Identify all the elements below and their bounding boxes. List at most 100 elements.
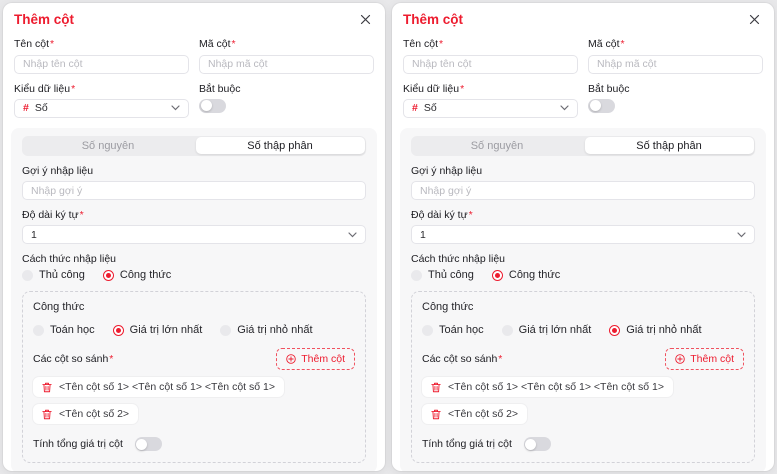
close-icon — [749, 14, 760, 25]
radio-label: Thủ công — [428, 269, 474, 281]
sum-toggle-label: Tính tổng giá trị cột — [422, 438, 512, 450]
radio-label: Giá trị lớn nhất — [519, 324, 592, 336]
sum-toggle-label: Tính tổng giá trị cột — [33, 438, 123, 450]
radio-math[interactable]: Toán học — [33, 324, 95, 336]
hint-label: Gợi ý nhập liệu — [411, 165, 755, 177]
required-mark: * — [439, 38, 443, 50]
radio-circle-icon — [22, 270, 33, 281]
close-button[interactable] — [358, 12, 373, 27]
sum-toggle[interactable] — [524, 437, 551, 451]
sum-toggle-row: Tính tổng giá trị cột — [422, 437, 744, 451]
data-type-value: Số — [424, 102, 554, 114]
chevron-down-icon — [737, 232, 746, 238]
length-label: Độ dài ký tự* — [22, 209, 366, 221]
number-type-tabs: Số nguyên Số thập phân — [411, 136, 755, 156]
delete-tag-button[interactable] — [431, 409, 441, 420]
compare-columns-row: Các cột so sánh* Thêm cột — [33, 348, 355, 370]
hint-input[interactable] — [411, 181, 755, 200]
tab-integer[interactable]: Số nguyên — [413, 137, 582, 154]
radio-label: Giá trị nhỏ nhất — [237, 324, 312, 336]
add-column-dialog: Thêm cột Tên cột* Mã cột* Kiểu dữ liệu* … — [392, 3, 774, 471]
required-toggle[interactable] — [199, 99, 226, 113]
dialog-header: Thêm cột — [3, 3, 385, 29]
radio-label: Giá trị nhỏ nhất — [626, 324, 701, 336]
data-type-select[interactable]: # Số — [403, 99, 578, 118]
radio-formula[interactable]: Công thức — [103, 269, 171, 281]
tab-decimal[interactable]: Số thập phân — [196, 137, 365, 154]
length-value: 1 — [420, 229, 731, 241]
tag-text: <Tên cột số 2> — [448, 408, 518, 420]
radio-manual[interactable]: Thủ công — [411, 269, 474, 281]
radio-label: Công thức — [509, 269, 560, 281]
plus-circle-icon — [675, 354, 685, 364]
tab-decimal[interactable]: Số thập phân — [585, 137, 754, 154]
compare-columns-row: Các cột so sánh* Thêm cột — [422, 348, 744, 370]
compare-columns-label: Các cột so sánh* — [33, 353, 113, 365]
formula-box-title: Công thức — [33, 301, 355, 313]
required-mark: * — [71, 83, 75, 95]
hint-label: Gợi ý nhập liệu — [22, 165, 366, 177]
number-hash-icon: # — [412, 102, 418, 114]
column-code-input[interactable] — [588, 55, 763, 74]
plus-circle-icon — [286, 354, 296, 364]
radio-circle-icon — [609, 325, 620, 336]
trash-icon — [42, 382, 52, 393]
radio-circle-icon — [422, 325, 433, 336]
compare-tag: <Tên cột số 1> <Tên cột số 1> <Tên cột s… — [33, 377, 284, 397]
radio-circle-icon — [411, 270, 422, 281]
delete-tag-button[interactable] — [431, 382, 441, 393]
column-name-input[interactable] — [14, 55, 189, 74]
dialog-header: Thêm cột — [392, 3, 774, 29]
required-mark: * — [460, 83, 464, 95]
length-select[interactable]: 1 — [22, 225, 366, 244]
column-name-input[interactable] — [403, 55, 578, 74]
radio-label: Công thức — [120, 269, 171, 281]
required-mark: * — [621, 38, 625, 50]
radio-formula[interactable]: Công thức — [492, 269, 560, 281]
tag-text: <Tên cột số 1> <Tên cột số 1> <Tên cột s… — [59, 381, 275, 393]
compare-tag: <Tên cột số 2> — [33, 404, 138, 424]
input-method-options: Thủ công Công thức — [411, 269, 755, 281]
radio-circle-icon — [492, 270, 503, 281]
close-button[interactable] — [747, 12, 762, 27]
dialog-title: Thêm cột — [403, 12, 463, 27]
trash-icon — [42, 409, 52, 420]
number-hash-icon: # — [23, 102, 29, 114]
radio-min-value[interactable]: Giá trị nhỏ nhất — [220, 324, 312, 336]
data-type-label: Kiểu dữ liệu* — [14, 83, 189, 95]
compare-tag: <Tên cột số 1> <Tên cột số 1> <Tên cột s… — [422, 377, 673, 397]
radio-circle-icon — [220, 325, 231, 336]
add-column-button[interactable]: Thêm cột — [276, 348, 355, 370]
required-toggle[interactable] — [588, 99, 615, 113]
column-code-label: Mã cột* — [588, 38, 763, 50]
tag-text: <Tên cột số 2> — [59, 408, 129, 420]
delete-tag-button[interactable] — [42, 409, 52, 420]
number-settings-section: Số nguyên Số thập phân Gợi ý nhập liệu Đ… — [400, 128, 766, 472]
hint-input[interactable] — [22, 181, 366, 200]
radio-math[interactable]: Toán học — [422, 324, 484, 336]
data-type-value: Số — [35, 102, 165, 114]
delete-tag-button[interactable] — [42, 382, 52, 393]
length-select[interactable]: 1 — [411, 225, 755, 244]
data-type-select[interactable]: # Số — [14, 99, 189, 118]
sum-toggle[interactable] — [135, 437, 162, 451]
tab-integer[interactable]: Số nguyên — [24, 137, 193, 154]
top-form: Tên cột* Mã cột* Kiểu dữ liệu* # Số Bắt … — [3, 29, 385, 118]
column-code-input[interactable] — [199, 55, 374, 74]
required-mark: * — [232, 38, 236, 50]
radio-manual[interactable]: Thủ công — [22, 269, 85, 281]
add-column-button[interactable]: Thêm cột — [665, 348, 744, 370]
radio-max-value[interactable]: Giá trị lớn nhất — [502, 324, 592, 336]
radio-label: Toán học — [50, 324, 95, 336]
radio-label: Toán học — [439, 324, 484, 336]
radio-circle-icon — [113, 325, 124, 336]
add-column-label: Thêm cột — [690, 353, 734, 365]
required-mark: * — [469, 209, 473, 221]
radio-min-value[interactable]: Giá trị nhỏ nhất — [609, 324, 701, 336]
radio-max-value[interactable]: Giá trị lớn nhất — [113, 324, 203, 336]
close-icon — [360, 14, 371, 25]
dialog-title: Thêm cột — [14, 12, 74, 27]
radio-label: Giá trị lớn nhất — [130, 324, 203, 336]
number-type-tabs: Số nguyên Số thập phân — [22, 136, 366, 156]
required-toggle-label: Bắt buộc — [588, 83, 763, 95]
